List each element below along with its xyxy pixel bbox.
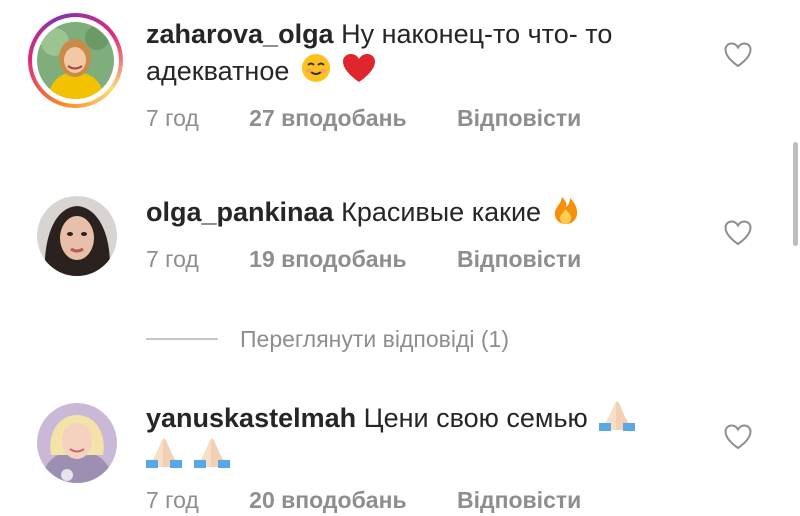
comment-text: olga_pankinaa Красивые какие — [146, 193, 579, 235]
folded-hands-icon — [599, 399, 636, 441]
avatar[interactable] — [37, 403, 117, 483]
avatar-image — [37, 22, 114, 99]
folded-hands-icon — [193, 436, 230, 478]
avatar-image — [37, 403, 117, 483]
reply-button[interactable]: Відповісти — [457, 246, 581, 273]
comment-text-line-2: адекватное — [146, 53, 376, 93]
view-replies-button[interactable]: Переглянути відповіді (1) — [146, 322, 509, 356]
comment-text-line-2 — [146, 436, 230, 478]
comment-username[interactable]: olga_pankinaa — [146, 197, 334, 227]
like-heart-icon[interactable] — [724, 220, 752, 246]
likes-count[interactable]: 19 вподобань — [249, 246, 406, 273]
red-heart-icon — [342, 53, 376, 93]
comment-body-line-1: Ну наконец-то что- то — [341, 19, 613, 49]
comment-meta: 7 год 20 вподобань Відповісти — [146, 487, 581, 514]
comment-meta: 7 год 19 вподобань Відповісти — [146, 246, 581, 273]
comment-username[interactable]: yanuskastelmah — [146, 403, 356, 433]
comment-username[interactable]: zaharova_olga — [146, 19, 334, 49]
avatar-image — [37, 196, 117, 276]
view-replies-label: Переглянути відповіді (1) — [240, 325, 509, 352]
like-heart-icon[interactable] — [724, 42, 752, 68]
likes-count[interactable]: 20 вподобань — [249, 487, 406, 514]
fire-icon — [553, 193, 579, 235]
reply-button[interactable]: Відповісти — [457, 487, 581, 514]
comment-time: 7 год — [146, 487, 199, 513]
comment-body-line-1: Красивые какие — [341, 197, 542, 228]
comment-body-line-2: адекватное — [146, 56, 290, 87]
comment-text: zaharova_olga Ну наконец-то что- то — [146, 16, 612, 53]
scrollbar[interactable] — [793, 142, 798, 246]
avatar[interactable] — [37, 22, 114, 99]
like-heart-icon[interactable] — [724, 424, 752, 450]
comment-body-line-1: Цени свою семью — [363, 403, 588, 434]
folded-hands-icon — [146, 436, 182, 478]
avatar[interactable] — [37, 196, 117, 276]
reply-button[interactable]: Відповісти — [457, 105, 581, 132]
smiling-face-icon — [301, 53, 331, 93]
comment-text: yanuskastelmah Цени свою семью — [146, 399, 636, 441]
likes-count[interactable]: 27 вподобань — [249, 105, 406, 132]
comment-meta: 7 год 27 вподобань Відповісти — [146, 105, 581, 132]
comment-time: 7 год — [146, 246, 199, 272]
comment-time: 7 год — [146, 105, 199, 131]
view-replies-divider — [146, 338, 218, 340]
